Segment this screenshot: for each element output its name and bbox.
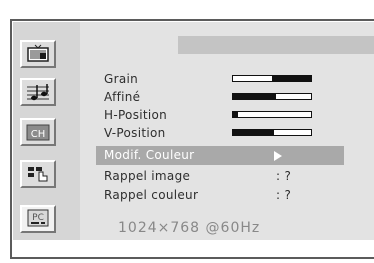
svg-text:PC: PC	[32, 213, 44, 223]
svg-text:CH: CH	[31, 129, 46, 140]
bar-fill	[233, 130, 274, 135]
submenu-arrow-icon	[274, 151, 282, 161]
menu-title-strip	[178, 36, 374, 54]
affine-bar[interactable]	[232, 93, 312, 100]
menu-item-affine[interactable]: Affiné	[96, 88, 344, 107]
pc-icon[interactable]: PC	[20, 205, 56, 233]
menu-item-label: Modif. Couleur	[104, 148, 195, 162]
menu-item-value: : ?	[276, 169, 292, 183]
resolution-status: 1024×768 @60Hz	[118, 220, 261, 236]
setup-icon[interactable]	[20, 160, 56, 188]
menu-item-h-position[interactable]: H-Position	[96, 106, 344, 125]
menu-item-label: Affiné	[104, 90, 141, 104]
tv-picture-icon[interactable]	[20, 40, 56, 68]
menu-item-label: Grain	[104, 72, 139, 86]
bar-fill	[233, 112, 238, 117]
v-position-bar[interactable]	[232, 129, 312, 136]
bar-fill	[233, 94, 276, 99]
grain-bar[interactable]	[232, 75, 312, 82]
menu-item-v-position[interactable]: V-Position	[96, 124, 344, 143]
menu-item-label: V-Position	[104, 126, 166, 140]
menu-item-label: Rappel couleur	[104, 188, 199, 202]
channel-icon[interactable]: CH	[20, 118, 56, 146]
menu-item-label: H-Position	[104, 108, 168, 122]
bar-fill	[272, 76, 311, 81]
menu-item-modif-couleur[interactable]: Modif. Couleur	[96, 146, 344, 165]
menu-item-label: Rappel image	[104, 169, 191, 183]
menu-item-grain[interactable]: Grain	[96, 70, 344, 89]
menu-item-rappel-image[interactable]: Rappel image : ?	[96, 167, 344, 186]
sound-icon[interactable]	[20, 78, 56, 106]
menu-item-rappel-couleur[interactable]: Rappel couleur : ?	[96, 186, 344, 205]
menu-item-value: : ?	[276, 188, 292, 202]
h-position-bar[interactable]	[232, 111, 312, 118]
